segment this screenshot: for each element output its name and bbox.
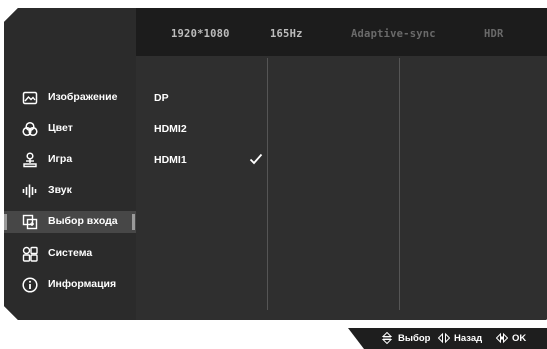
menu-item-game[interactable]: Игра	[4, 149, 136, 171]
refresh-rate-readout: 165Hz	[270, 28, 303, 40]
status-header: 1920*1080 165Hz Adaptive-sync HDR	[136, 8, 547, 56]
selection-marker-right	[132, 214, 135, 230]
main-menu: Изображение Цвет Игра Звук Выбор входа С…	[4, 8, 136, 320]
menu-item-sound[interactable]: Звук	[4, 180, 136, 202]
sound-icon	[22, 183, 38, 199]
ok-diamond-icon	[496, 332, 508, 344]
left-right-arrows-icon	[438, 332, 450, 344]
input-option-label: HDMI2	[154, 123, 187, 135]
menu-label-info: Информация	[48, 278, 117, 290]
selection-marker-left	[4, 214, 7, 230]
input-option-dp[interactable]: DP	[154, 92, 169, 104]
up-down-arrows-icon	[381, 332, 393, 344]
column-divider	[267, 58, 268, 310]
menu-item-system[interactable]: Система	[4, 243, 136, 265]
input-option-hdmi2[interactable]: HDMI2	[154, 123, 187, 135]
ok-hint: OK	[512, 333, 527, 344]
hdr-readout: HDR	[484, 28, 504, 40]
checkmark-icon	[249, 153, 263, 165]
input-option-hdmi1[interactable]: HDMI1	[154, 154, 187, 166]
info-icon	[22, 277, 38, 293]
menu-label-game: Игра	[48, 153, 73, 165]
menu-item-info[interactable]: Информация	[4, 274, 136, 296]
color-icon	[22, 121, 38, 137]
select-hint: Выбор	[398, 333, 431, 344]
input-option-label: DP	[154, 92, 169, 104]
input-select-icon	[22, 214, 38, 230]
osd-panel: Изображение Цвет Игра Звук Выбор входа С…	[4, 8, 547, 320]
submenu-panel: DP HDMI2 HDMI1	[136, 56, 547, 320]
menu-item-image[interactable]: Изображение	[4, 87, 136, 109]
resolution-readout: 1920*1080	[171, 28, 230, 40]
image-icon	[22, 90, 38, 106]
adaptive-sync-readout: Adaptive-sync	[351, 28, 436, 40]
navigation-hint-bar: Выбор Назад OK	[348, 328, 547, 349]
menu-label-sound: Звук	[48, 184, 72, 196]
column-divider	[399, 58, 400, 310]
menu-label-input-select: Выбор входа	[48, 215, 118, 227]
menu-item-color[interactable]: Цвет	[4, 118, 136, 140]
system-icon	[22, 246, 38, 262]
back-hint: Назад	[454, 333, 483, 344]
menu-label-image: Изображение	[48, 91, 118, 103]
menu-label-color: Цвет	[48, 122, 73, 134]
menu-item-input-select[interactable]: Выбор входа	[4, 211, 136, 233]
menu-label-system: Система	[48, 247, 93, 259]
game-icon	[22, 152, 38, 168]
input-option-label: HDMI1	[154, 154, 187, 166]
